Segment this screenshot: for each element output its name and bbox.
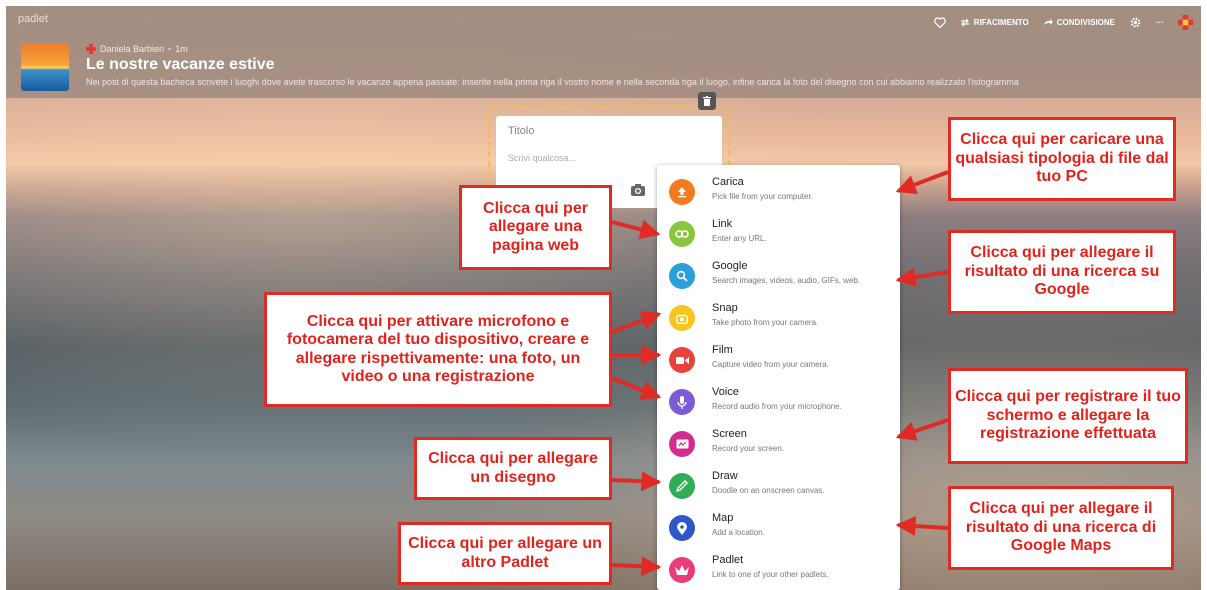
callout-upload: Clicca qui per caricare una qualsiasi ti… — [948, 117, 1176, 201]
arrow-padlet — [611, 556, 662, 577]
callout-media: Clicca qui per attivare microfono e foto… — [264, 292, 612, 407]
callout-draw: Clicca qui per allegare un disegno — [414, 437, 612, 500]
arrow-voice — [611, 376, 662, 400]
callout-map: Clicca qui per allegare il risultato di … — [948, 486, 1174, 570]
callout-google: Clicca qui per allegare il risultato di … — [948, 230, 1176, 314]
arrow-snap — [611, 310, 662, 334]
arrow-map — [895, 516, 949, 537]
arrow-screen — [895, 418, 949, 441]
callout-screen: Clicca qui per registrare il tuo schermo… — [948, 368, 1188, 464]
arrow-google — [895, 267, 949, 288]
callout-link: Clicca qui per allegare una pagina web — [459, 185, 612, 270]
arrow-upload — [895, 170, 949, 195]
arrow-link — [611, 219, 661, 240]
screenshot-stage: padlet RIFACIMENTO CONDIVISIONE ··· Dani… — [0, 0, 1207, 590]
callout-padlet: Clicca qui per allegare un altro Padlet — [398, 522, 612, 585]
arrow-draw — [611, 471, 662, 492]
